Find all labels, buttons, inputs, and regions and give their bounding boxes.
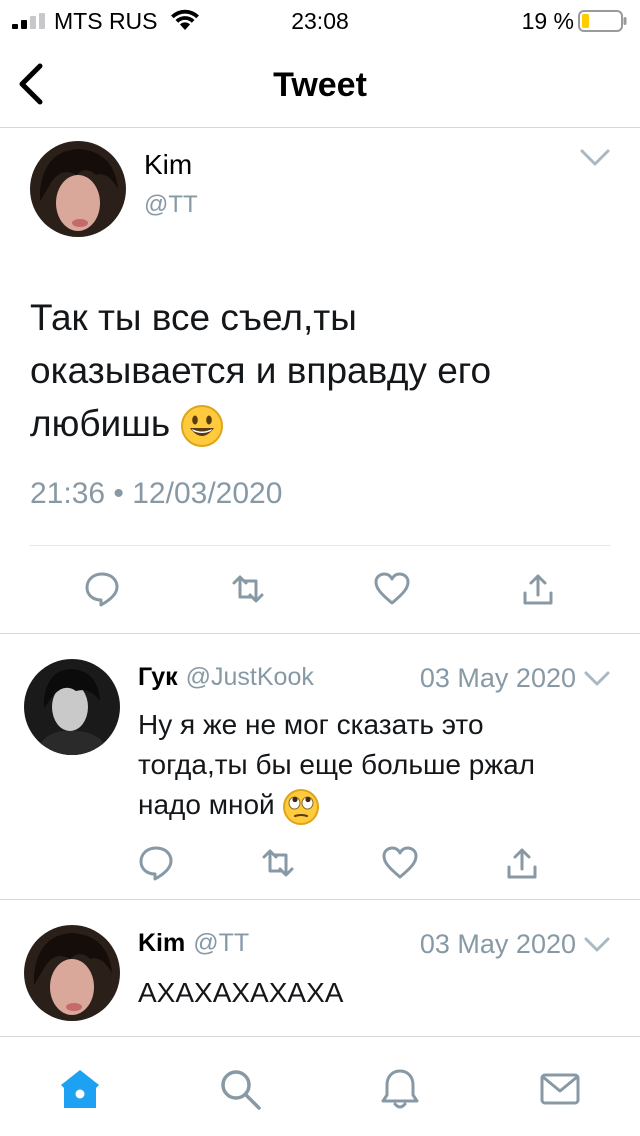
page-title: Tweet bbox=[273, 66, 367, 104]
chevron-down-icon[interactable] bbox=[584, 671, 610, 687]
author-name[interactable]: Kim bbox=[144, 149, 192, 181]
reply-text-line: АХАХАХАХАХА bbox=[138, 977, 344, 1008]
battery-icon bbox=[578, 10, 627, 32]
reply-author: Гук @JustKook bbox=[138, 663, 314, 692]
share-icon[interactable] bbox=[504, 845, 540, 881]
reply-text: Ну я же не мог сказать это тогда,ты бы е… bbox=[138, 705, 608, 826]
chevron-down-icon[interactable] bbox=[584, 937, 610, 953]
smiling-face-emoji-icon bbox=[181, 405, 224, 448]
heart-icon[interactable] bbox=[374, 571, 410, 607]
avatar[interactable] bbox=[30, 141, 126, 237]
avatar[interactable] bbox=[24, 925, 120, 1021]
tweet-text-line: Так ты все съел,ты bbox=[30, 297, 357, 338]
reply-tweet[interactable]: Kim @TT 03 May 2020 АХАХАХАХАХА bbox=[0, 901, 640, 1036]
avatar[interactable] bbox=[24, 659, 120, 755]
battery-percent: 19 % bbox=[521, 8, 574, 34]
reply-text-line: тогда,ты бы еще больше ржал bbox=[138, 749, 535, 780]
author-handle[interactable]: @JustKook bbox=[186, 663, 314, 691]
tweet-text-line: любишь bbox=[30, 403, 171, 444]
mail-icon[interactable] bbox=[538, 1067, 582, 1111]
status-bar: MTS RUS 23:08 19 % bbox=[0, 0, 640, 40]
share-icon[interactable] bbox=[520, 571, 556, 607]
reply-tweet[interactable]: Гук @JustKook 03 May 2020 Ну я же не мог … bbox=[0, 635, 640, 900]
tweet-text-line-with-emoji: любишь bbox=[30, 397, 610, 450]
navigation-bar: Tweet bbox=[0, 40, 640, 128]
search-icon[interactable] bbox=[218, 1067, 262, 1111]
tweet-text-line: оказывается и вправду его bbox=[30, 350, 492, 391]
reply-text-line: надо мной bbox=[138, 789, 275, 820]
chevron-down-icon[interactable] bbox=[580, 149, 610, 167]
author-handle[interactable]: @TT bbox=[193, 929, 249, 957]
tab-bar bbox=[0, 1036, 640, 1136]
reply-author: Kim @TT bbox=[138, 929, 249, 958]
main-tweet: Kim @TT Так ты все съел,ты оказывается и… bbox=[0, 129, 640, 634]
retweet-icon[interactable] bbox=[230, 571, 266, 607]
reply-text-line-with-emoji: надо мной bbox=[138, 785, 608, 826]
tweet-text: Так ты все съел,ты оказывается и вправду… bbox=[30, 291, 610, 450]
reply-text: АХАХАХАХАХА bbox=[138, 973, 608, 1013]
heart-icon[interactable] bbox=[382, 845, 418, 881]
author-name[interactable]: Kim bbox=[138, 929, 185, 957]
author-name[interactable]: Гук bbox=[138, 663, 178, 691]
reply-date: 03 May 2020 bbox=[419, 929, 576, 959]
reply-text-line: Ну я же не мог сказать это bbox=[138, 709, 484, 740]
tweet-timestamp: 21:36 • 12/03/2020 bbox=[30, 477, 283, 510]
bell-icon[interactable] bbox=[378, 1067, 422, 1111]
author-handle[interactable]: @TT bbox=[144, 191, 198, 219]
home-icon[interactable] bbox=[58, 1067, 102, 1111]
divider bbox=[30, 545, 610, 546]
reply-date: 03 May 2020 bbox=[419, 663, 576, 693]
reply-icon[interactable] bbox=[138, 845, 174, 881]
reply-icon[interactable] bbox=[84, 571, 120, 607]
eye-roll-face-emoji-icon bbox=[283, 788, 320, 825]
retweet-icon[interactable] bbox=[260, 845, 296, 881]
